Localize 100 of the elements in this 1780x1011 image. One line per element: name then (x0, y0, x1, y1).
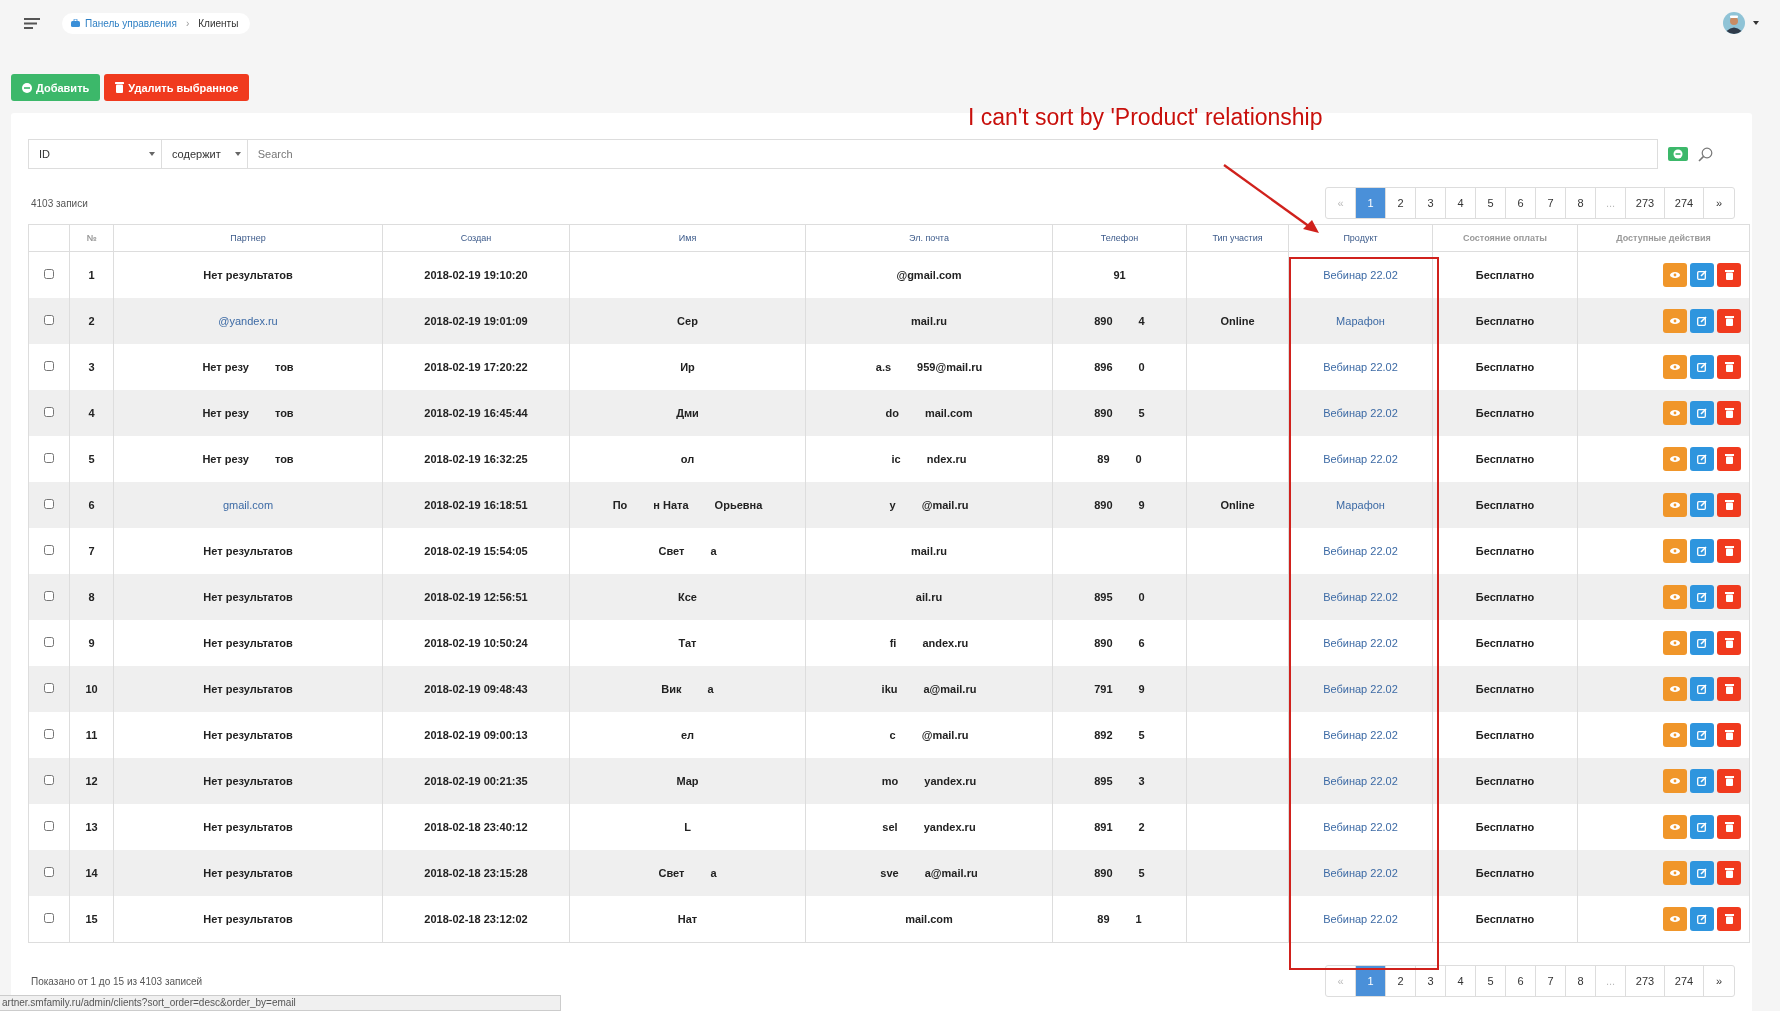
page-link[interactable]: 5 (1476, 966, 1506, 996)
view-button[interactable] (1663, 769, 1687, 793)
view-button[interactable] (1663, 401, 1687, 425)
view-button[interactable] (1663, 585, 1687, 609)
partner-link[interactable]: gmail.com (222, 499, 274, 511)
product-link[interactable]: Марафон (1336, 315, 1385, 327)
row-checkbox[interactable] (44, 453, 54, 463)
view-button[interactable] (1663, 677, 1687, 701)
product-link[interactable]: Вебинар 22.02 (1323, 913, 1398, 925)
view-button[interactable] (1663, 631, 1687, 655)
menu-icon[interactable] (24, 17, 40, 29)
page-link[interactable]: 2 (1386, 188, 1416, 218)
edit-button[interactable] (1690, 493, 1714, 517)
edit-button[interactable] (1690, 769, 1714, 793)
page-link[interactable]: 274 (1665, 966, 1704, 996)
edit-button[interactable] (1690, 309, 1714, 333)
row-checkbox[interactable] (44, 545, 54, 555)
row-checkbox[interactable] (44, 821, 54, 831)
delete-button[interactable] (1717, 769, 1741, 793)
product-link[interactable]: Вебинар 22.02 (1323, 545, 1398, 557)
page-link[interactable]: » (1704, 188, 1734, 218)
row-checkbox[interactable] (44, 315, 54, 325)
page-link[interactable]: 273 (1626, 966, 1665, 996)
view-button[interactable] (1663, 861, 1687, 885)
caret-icon[interactable] (1753, 21, 1759, 25)
product-link[interactable]: Вебинар 22.02 (1323, 591, 1398, 603)
sortable-column-header[interactable]: Создан (460, 233, 492, 243)
row-checkbox[interactable] (44, 775, 54, 785)
row-checkbox[interactable] (44, 683, 54, 693)
sortable-column-header[interactable]: Тип участия (1212, 233, 1263, 243)
delete-selected-button[interactable]: Удалить выбранное (104, 74, 250, 101)
view-button[interactable] (1663, 309, 1687, 333)
sortable-column-header[interactable]: Эл. почта (909, 233, 949, 243)
row-checkbox[interactable] (44, 361, 54, 371)
page-link[interactable]: 2 (1386, 966, 1416, 996)
row-checkbox[interactable] (44, 867, 54, 877)
search-icon[interactable] (1698, 146, 1713, 162)
partner-link[interactable]: @yandex.ru (218, 315, 278, 327)
delete-button[interactable] (1717, 309, 1741, 333)
edit-button[interactable] (1690, 401, 1714, 425)
product-link[interactable]: Вебинар 22.02 (1323, 269, 1398, 281)
page-link[interactable]: 4 (1446, 966, 1476, 996)
page-link[interactable]: » (1704, 966, 1734, 996)
page-link[interactable]: 7 (1536, 188, 1566, 218)
product-link[interactable]: Вебинар 22.02 (1323, 453, 1398, 465)
sortable-column-header[interactable]: Имя (678, 233, 697, 243)
product-link[interactable]: Вебинар 22.02 (1323, 637, 1398, 649)
view-button[interactable] (1663, 355, 1687, 379)
view-button[interactable] (1663, 907, 1687, 931)
delete-button[interactable] (1717, 815, 1741, 839)
product-link[interactable]: Вебинар 22.02 (1323, 407, 1398, 419)
view-button[interactable] (1663, 723, 1687, 747)
delete-button[interactable] (1717, 907, 1741, 931)
page-link[interactable]: 3 (1416, 966, 1446, 996)
edit-button[interactable] (1690, 585, 1714, 609)
view-button[interactable] (1663, 539, 1687, 563)
row-checkbox[interactable] (44, 591, 54, 601)
row-checkbox[interactable] (44, 269, 54, 279)
delete-button[interactable] (1717, 677, 1741, 701)
delete-button[interactable] (1717, 861, 1741, 885)
row-checkbox[interactable] (44, 499, 54, 509)
delete-button[interactable] (1717, 447, 1741, 471)
row-checkbox[interactable] (44, 407, 54, 417)
product-link[interactable]: Вебинар 22.02 (1323, 821, 1398, 833)
edit-button[interactable] (1690, 263, 1714, 287)
operator-select[interactable]: содержит (161, 139, 247, 169)
row-checkbox[interactable] (44, 729, 54, 739)
delete-button[interactable] (1717, 539, 1741, 563)
edit-button[interactable] (1690, 907, 1714, 931)
sortable-column-header[interactable]: Продукт (1343, 233, 1378, 243)
delete-button[interactable] (1717, 493, 1741, 517)
view-button[interactable] (1663, 493, 1687, 517)
edit-button[interactable] (1690, 355, 1714, 379)
sortable-column-header[interactable]: Телефон (1100, 233, 1139, 243)
edit-button[interactable] (1690, 723, 1714, 747)
product-link[interactable]: Вебинар 22.02 (1323, 361, 1398, 373)
edit-button[interactable] (1690, 861, 1714, 885)
delete-button[interactable] (1717, 263, 1741, 287)
product-link[interactable]: Вебинар 22.02 (1323, 729, 1398, 741)
delete-button[interactable] (1717, 401, 1741, 425)
page-link[interactable]: 6 (1506, 188, 1536, 218)
delete-button[interactable] (1717, 355, 1741, 379)
row-checkbox[interactable] (44, 637, 54, 647)
page-link[interactable]: 3 (1416, 188, 1446, 218)
page-link[interactable]: 273 (1626, 188, 1665, 218)
page-link[interactable]: 274 (1665, 188, 1704, 218)
edit-button[interactable] (1690, 677, 1714, 701)
edit-button[interactable] (1690, 539, 1714, 563)
view-button[interactable] (1663, 263, 1687, 287)
field-select[interactable]: ID (28, 139, 161, 169)
product-link[interactable]: Вебинар 22.02 (1323, 683, 1398, 695)
view-button[interactable] (1663, 815, 1687, 839)
breadcrumb-link[interactable]: Панель управления (85, 17, 177, 29)
edit-button[interactable] (1690, 447, 1714, 471)
delete-button[interactable] (1717, 723, 1741, 747)
product-link[interactable]: Вебинар 22.02 (1323, 867, 1398, 879)
sortable-column-header[interactable]: Партнер (230, 233, 266, 243)
page-link[interactable]: 6 (1506, 966, 1536, 996)
search-field[interactable]: Search (246, 139, 1658, 169)
product-link[interactable]: Вебинар 22.02 (1323, 775, 1398, 787)
